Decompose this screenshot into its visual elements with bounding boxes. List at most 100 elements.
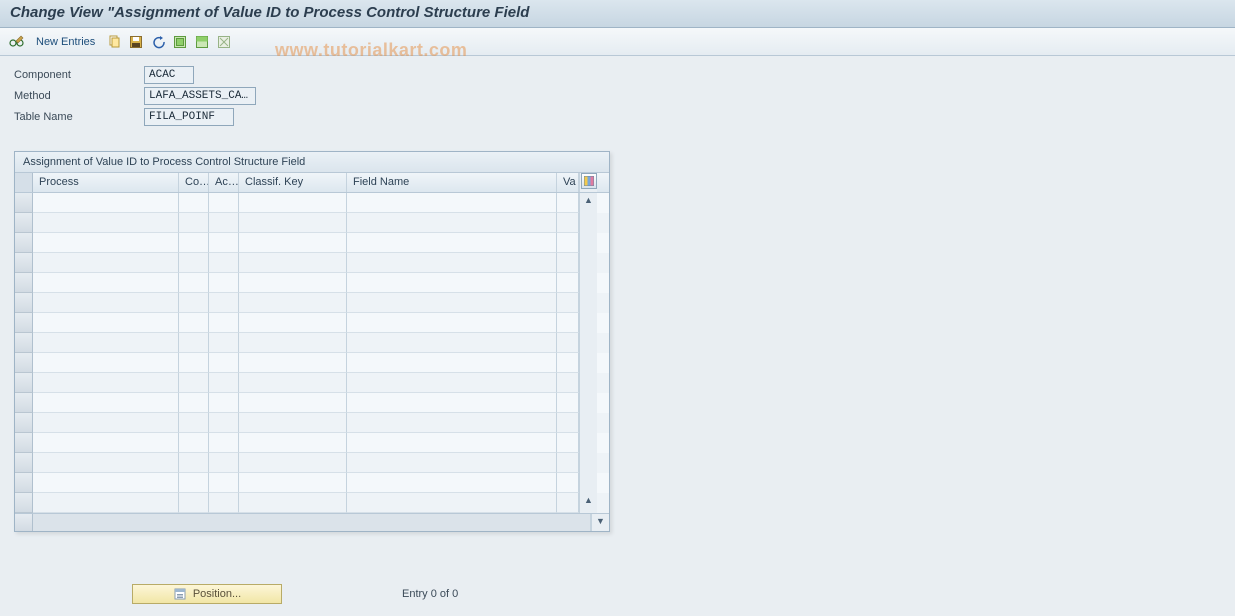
cell-co[interactable] [179,433,209,453]
row-selector[interactable] [15,213,33,233]
cell-ac[interactable] [209,313,239,333]
col-header-co[interactable]: Co… [179,173,209,192]
vscroll-track[interactable] [579,333,597,353]
cell-field-name[interactable] [347,473,557,493]
cell-ac[interactable] [209,453,239,473]
cell-field-name[interactable] [347,493,557,513]
col-header-process[interactable]: Process [33,173,179,192]
cell-field-name[interactable] [347,333,557,353]
cell-process[interactable] [33,273,179,293]
cell-ac[interactable] [209,393,239,413]
cell-field-name[interactable] [347,253,557,273]
cell-ac[interactable] [209,293,239,313]
cell-field-name[interactable] [347,313,557,333]
row-selector[interactable] [15,493,33,513]
cell-va[interactable] [557,273,579,293]
row-selector[interactable] [15,473,33,493]
cell-va[interactable] [557,453,579,473]
col-header-field-name[interactable]: Field Name [347,173,557,192]
cell-process[interactable] [33,473,179,493]
cell-ac[interactable] [209,493,239,513]
cell-va[interactable] [557,213,579,233]
cell-process[interactable] [33,233,179,253]
cell-classif-key[interactable] [239,293,347,313]
cell-field-name[interactable] [347,233,557,253]
cell-co[interactable] [179,393,209,413]
vscroll-track[interactable] [579,473,597,493]
row-selector[interactable] [15,353,33,373]
cell-field-name[interactable] [347,453,557,473]
vscroll-track[interactable] [579,233,597,253]
cell-classif-key[interactable] [239,493,347,513]
vscroll-track[interactable] [579,273,597,293]
cell-co[interactable] [179,233,209,253]
table-settings-icon[interactable] [581,173,597,189]
cell-co[interactable] [179,213,209,233]
cell-classif-key[interactable] [239,353,347,373]
cell-classif-key[interactable] [239,273,347,293]
col-header-va[interactable]: Va [557,173,579,192]
cell-process[interactable] [33,413,179,433]
row-selector[interactable] [15,253,33,273]
cell-field-name[interactable] [347,353,557,373]
cell-ac[interactable] [209,413,239,433]
cell-process[interactable] [33,313,179,333]
cell-classif-key[interactable] [239,333,347,353]
col-header-ac[interactable]: Ac… [209,173,239,192]
col-header-classif-key[interactable]: Classif. Key [239,173,347,192]
cell-process[interactable] [33,193,179,213]
cell-co[interactable] [179,313,209,333]
cell-va[interactable] [557,493,579,513]
cell-classif-key[interactable] [239,253,347,273]
cell-va[interactable] [557,433,579,453]
cell-classif-key[interactable] [239,213,347,233]
cell-field-name[interactable] [347,413,557,433]
row-selector[interactable] [15,413,33,433]
vscroll-track[interactable] [579,213,597,233]
row-selector[interactable] [15,313,33,333]
vscroll-track[interactable] [579,313,597,333]
cell-ac[interactable] [209,433,239,453]
cell-ac[interactable] [209,213,239,233]
cell-process[interactable] [33,493,179,513]
cell-field-name[interactable] [347,373,557,393]
deselect-all-icon[interactable] [215,33,233,51]
row-selector[interactable] [15,233,33,253]
cell-co[interactable] [179,273,209,293]
cell-va[interactable] [557,193,579,213]
select-block-icon[interactable] [193,33,211,51]
cell-co[interactable] [179,373,209,393]
cell-co[interactable] [179,473,209,493]
vscroll-track[interactable] [579,433,597,453]
cell-process[interactable] [33,213,179,233]
cell-co[interactable] [179,293,209,313]
cell-ac[interactable] [209,273,239,293]
cell-process[interactable] [33,353,179,373]
cell-co[interactable] [179,493,209,513]
glasses-pencil-icon[interactable] [8,33,26,51]
cell-va[interactable] [557,473,579,493]
cell-field-name[interactable] [347,433,557,453]
cell-classif-key[interactable] [239,233,347,253]
cell-classif-key[interactable] [239,313,347,333]
vscroll-track[interactable] [579,393,597,413]
cell-process[interactable] [33,333,179,353]
cell-field-name[interactable] [347,193,557,213]
cell-process[interactable] [33,433,179,453]
cell-ac[interactable] [209,193,239,213]
vscroll-track[interactable] [579,413,597,433]
cell-va[interactable] [557,373,579,393]
cell-va[interactable] [557,233,579,253]
row-selector[interactable] [15,373,33,393]
vscroll-track[interactable] [579,293,597,313]
cell-co[interactable] [179,253,209,273]
cell-co[interactable] [179,193,209,213]
row-selector[interactable] [15,333,33,353]
select-all-icon[interactable] [171,33,189,51]
cell-classif-key[interactable] [239,373,347,393]
cell-classif-key[interactable] [239,453,347,473]
cell-ac[interactable] [209,233,239,253]
cell-ac[interactable] [209,253,239,273]
row-selector[interactable] [15,273,33,293]
cell-ac[interactable] [209,373,239,393]
